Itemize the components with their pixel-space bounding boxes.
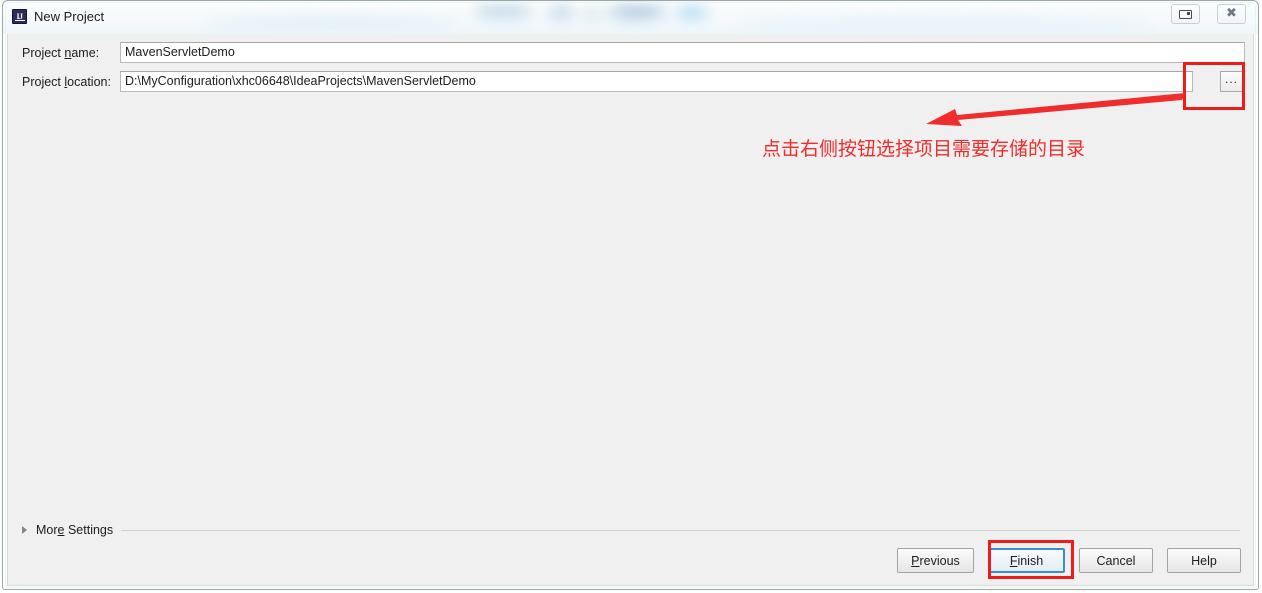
intellij-idea-icon-underline: [15, 19, 25, 21]
intellij-idea-icon: IJ: [12, 9, 27, 24]
finish-button-mnemonic: F: [1009, 553, 1018, 568]
help-button[interactable]: Help: [1167, 548, 1241, 573]
glass-reflection-blob: [473, 5, 533, 18]
section-divider: [121, 529, 1240, 531]
browse-directory-button[interactable]: ...: [1220, 71, 1243, 92]
more-settings-section-header[interactable]: More Settings: [22, 521, 1240, 539]
glass-reflection-blob: [733, 15, 1153, 33]
annotation-callout-text: 点击右侧按钮选择项目需要存储的目录: [762, 138, 1086, 160]
more-settings-label-suffix: Settings: [64, 523, 114, 537]
dialog-content-panel: Project name: MavenServletDemo Project l…: [7, 34, 1254, 586]
cancel-button[interactable]: Cancel: [1079, 548, 1153, 573]
title-bar[interactable]: IJ New Project ✖: [3, 1, 1258, 34]
glass-reflection-blob: [581, 9, 603, 18]
more-settings-label-prefix: Mor: [36, 523, 58, 537]
glass-reflection-blob: [203, 15, 463, 31]
help-button-label: Help: [1191, 553, 1217, 568]
project-location-label-suffix: ocation:: [67, 75, 111, 89]
more-settings-label: More Settings: [36, 523, 113, 537]
window-title: New Project: [34, 9, 105, 24]
project-name-label-prefix: Project: [22, 46, 65, 60]
close-window-icon: ✖: [1226, 6, 1237, 21]
project-location-label: Project location:: [22, 75, 111, 89]
dialog-button-bar: Previous Finish Cancel Help: [897, 548, 1241, 574]
project-name-label-suffix: ame:: [71, 46, 100, 60]
project-location-input[interactable]: D:\MyConfiguration\xhc06648\IdeaProjects…: [120, 71, 1193, 92]
glass-reflection-blob: [608, 5, 666, 19]
cancel-button-label: Cancel: [1096, 553, 1136, 568]
finish-button[interactable]: Finish: [988, 548, 1065, 573]
close-window-button[interactable]: ✖: [1217, 4, 1246, 24]
glass-reflection-blob: [675, 7, 709, 18]
project-location-label-prefix: Project: [22, 75, 65, 89]
previous-button[interactable]: Previous: [897, 548, 974, 573]
previous-button-label: revious: [919, 553, 960, 568]
previous-button-mnemonic: P: [911, 553, 920, 568]
restore-window-button[interactable]: [1171, 4, 1200, 24]
project-name-input[interactable]: MavenServletDemo: [120, 42, 1245, 63]
project-name-label: Project name:: [22, 46, 99, 60]
chevron-right-icon: [22, 526, 27, 534]
glass-reflection-blob: [548, 7, 574, 18]
new-project-dialog: IJ New Project ✖ Project name: MavenServ…: [0, 0, 1262, 593]
restore-window-icon: [1179, 9, 1192, 19]
finish-button-label: inish: [1017, 553, 1044, 568]
